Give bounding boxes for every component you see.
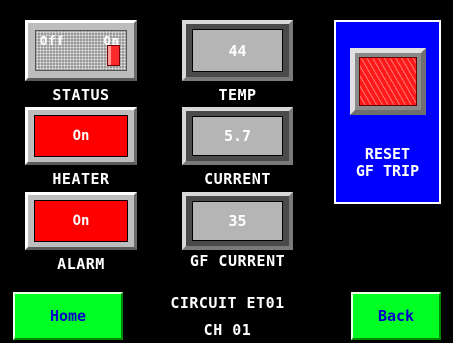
reset-gf-trip-button[interactable] <box>350 48 426 115</box>
temp-display: 44 <box>182 20 293 81</box>
status-label: STATUS <box>52 86 110 104</box>
reset-button-face <box>359 57 417 106</box>
gf-current-value: 35 <box>192 201 283 241</box>
temp-value: 44 <box>192 29 283 72</box>
current-display: 5.7 <box>182 107 293 165</box>
reset-gf-trip-label: RESET GF TRIP <box>336 146 439 180</box>
back-button[interactable]: Back <box>351 292 441 340</box>
gf-current-label: GF CURRENT <box>189 252 286 270</box>
alarm-button-text: On <box>34 200 128 242</box>
reset-gf-trip-panel: RESET GF TRIP <box>334 20 441 204</box>
circuit-name: CIRCUIT ET01 <box>170 294 285 312</box>
reset-label-line1: RESET <box>364 145 411 163</box>
heater-button[interactable]: On <box>25 107 137 165</box>
heater-button-text: On <box>34 115 128 157</box>
status-off-text: Off <box>40 34 65 48</box>
temp-label: TEMP <box>218 86 257 104</box>
current-value: 5.7 <box>192 116 283 156</box>
gf-current-display: 35 <box>182 192 293 250</box>
alarm-button[interactable]: On <box>25 192 137 250</box>
status-toggle-knob[interactable] <box>107 45 120 66</box>
home-button[interactable]: Home <box>13 292 123 340</box>
channel-number: CH 01 <box>203 321 252 339</box>
current-label: CURRENT <box>204 170 271 188</box>
status-toggle-track: Off On <box>35 30 127 71</box>
reset-label-line2: GF TRIP <box>355 162 420 180</box>
heater-label: HEATER <box>52 170 110 188</box>
status-toggle[interactable]: Off On <box>25 20 137 81</box>
alarm-label: ALARM <box>57 255 105 273</box>
